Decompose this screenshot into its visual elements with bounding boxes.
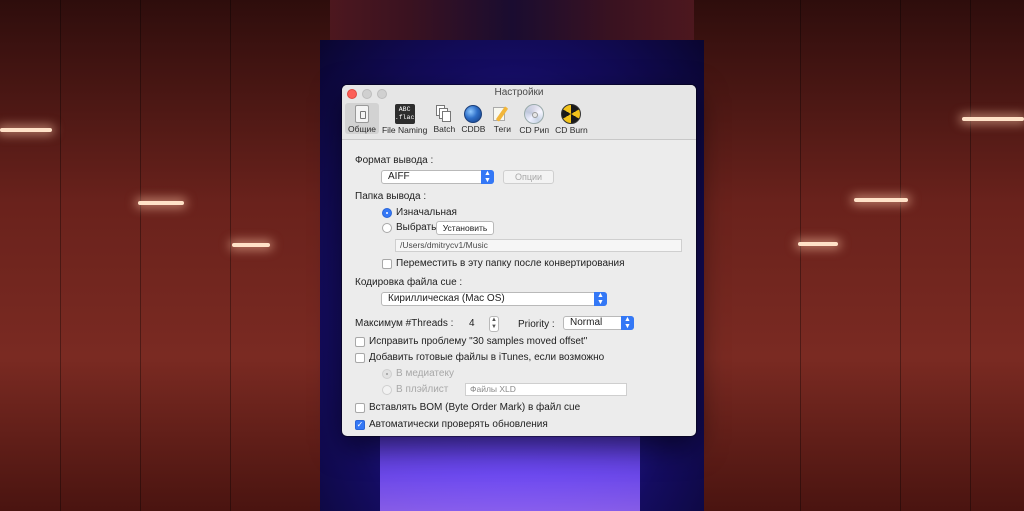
wallpaper-right-wall bbox=[694, 0, 1024, 511]
priority-label: Priority : bbox=[518, 319, 555, 330]
ceiling-lamp bbox=[138, 201, 184, 205]
radiation-icon bbox=[561, 104, 582, 124]
move-checkbox[interactable] bbox=[382, 259, 392, 269]
tab-cd-rip[interactable]: CD Рип bbox=[516, 103, 552, 135]
preferences-toolbar: Общие ABC .flac File Naming Batch CDDB Т… bbox=[342, 101, 696, 139]
tag-pencil-icon bbox=[492, 105, 512, 123]
output-folder-label: Папка вывода : bbox=[355, 191, 427, 202]
tab-label: File Naming bbox=[381, 125, 428, 135]
wallpaper-seam bbox=[970, 0, 971, 511]
window-title: Настройки bbox=[494, 87, 544, 98]
output-path-field[interactable]: /Users/dmitrycv1/Music bbox=[395, 239, 682, 252]
preferences-window: Настройки Общие ABC .flac File Naming Bat… bbox=[342, 85, 696, 436]
wallpaper-seam bbox=[800, 0, 801, 511]
auto-update-label: Автоматически проверять обновления bbox=[369, 419, 548, 430]
output-format-popup[interactable]: AIFF ▲ ▼ bbox=[381, 170, 494, 184]
tab-file-naming[interactable]: ABC .flac File Naming bbox=[379, 103, 430, 135]
radio-choose[interactable] bbox=[382, 223, 392, 233]
tab-label: CD Burn bbox=[555, 125, 588, 135]
output-format-label: Формат вывода : bbox=[355, 155, 434, 166]
output-format-value: AIFF bbox=[388, 171, 410, 182]
abc-flac-icon: ABC .flac bbox=[394, 104, 415, 124]
playlist-name-field[interactable]: Файлы XLD bbox=[465, 383, 627, 396]
tab-batch[interactable]: Batch bbox=[430, 103, 458, 134]
set-folder-button[interactable]: Установить bbox=[436, 221, 494, 235]
tab-label: CDDB bbox=[461, 124, 486, 134]
threads-stepper[interactable]: ▲ ▼ bbox=[489, 316, 499, 332]
chevron-updown-icon: ▲ ▼ bbox=[594, 292, 607, 306]
priority-popup[interactable]: Normal ▲ ▼ bbox=[563, 316, 634, 330]
wallpaper-left-wall bbox=[0, 0, 330, 511]
priority-value: Normal bbox=[570, 317, 603, 328]
ceiling-lamp bbox=[798, 242, 838, 246]
radio-library[interactable] bbox=[382, 369, 392, 379]
tab-tags[interactable]: Теги bbox=[488, 103, 516, 134]
fix-offset-checkbox[interactable] bbox=[355, 337, 365, 347]
insert-bom-checkbox[interactable] bbox=[355, 403, 365, 413]
chevron-updown-icon: ▲ ▼ bbox=[481, 170, 494, 184]
cue-encoding-popup[interactable]: Кириллическая (Mac OS) ▲ ▼ bbox=[381, 292, 607, 306]
tab-label: Общие bbox=[348, 124, 376, 134]
radio-original-label: Изначальная bbox=[396, 207, 457, 218]
move-checkbox-label: Переместить в эту папку после конвертиро… bbox=[396, 258, 625, 269]
tab-label: Batch bbox=[433, 124, 456, 134]
batch-documents-icon bbox=[436, 104, 452, 123]
globe-icon bbox=[464, 104, 483, 123]
general-switch-icon bbox=[354, 104, 369, 123]
options-button[interactable]: Опции bbox=[503, 170, 554, 184]
radio-playlist-label: В плэйлист bbox=[396, 384, 449, 395]
wallpaper-seam bbox=[60, 0, 61, 511]
wallpaper-seam bbox=[230, 0, 231, 511]
radio-original[interactable] bbox=[382, 208, 392, 218]
wallpaper-seam bbox=[140, 0, 141, 511]
tab-label: CD Рип bbox=[519, 125, 550, 135]
fix-offset-label: Исправить проблему "30 samples moved off… bbox=[369, 336, 588, 347]
cue-encoding-value: Кириллическая (Mac OS) bbox=[388, 293, 505, 304]
ceiling-lamp bbox=[962, 117, 1024, 121]
cue-encoding-label: Кодировка файла cue : bbox=[355, 277, 463, 288]
tab-cd-burn[interactable]: CD Burn bbox=[552, 103, 591, 135]
ceiling-lamp bbox=[232, 243, 270, 247]
tab-cddb[interactable]: CDDB bbox=[458, 103, 488, 134]
insert-bom-label: Вставлять BOM (Byte Order Mark) в файл c… bbox=[369, 402, 581, 413]
radio-playlist[interactable] bbox=[382, 385, 392, 395]
add-itunes-checkbox[interactable] bbox=[355, 353, 365, 363]
title-bar: Настройки Общие ABC .flac File Naming Bat… bbox=[342, 85, 696, 140]
add-itunes-label: Добавить готовые файлы в iTunes, если во… bbox=[369, 352, 605, 363]
ceiling-lamp bbox=[0, 128, 52, 132]
tab-general[interactable]: Общие bbox=[345, 103, 379, 134]
auto-update-checkbox[interactable]: ✓ bbox=[355, 420, 365, 430]
threads-label: Максимум #Threads : bbox=[355, 318, 454, 329]
ceiling-lamp bbox=[854, 198, 908, 202]
radio-library-label: В медиатеку bbox=[396, 368, 454, 379]
wallpaper-seam bbox=[900, 0, 901, 511]
tab-label: Теги bbox=[493, 124, 512, 134]
chevron-updown-icon: ▲ ▼ bbox=[621, 316, 634, 330]
threads-value[interactable]: 4 bbox=[469, 318, 475, 329]
radio-choose-label: Выбрать bbox=[396, 222, 437, 233]
cd-disc-icon bbox=[524, 104, 545, 124]
